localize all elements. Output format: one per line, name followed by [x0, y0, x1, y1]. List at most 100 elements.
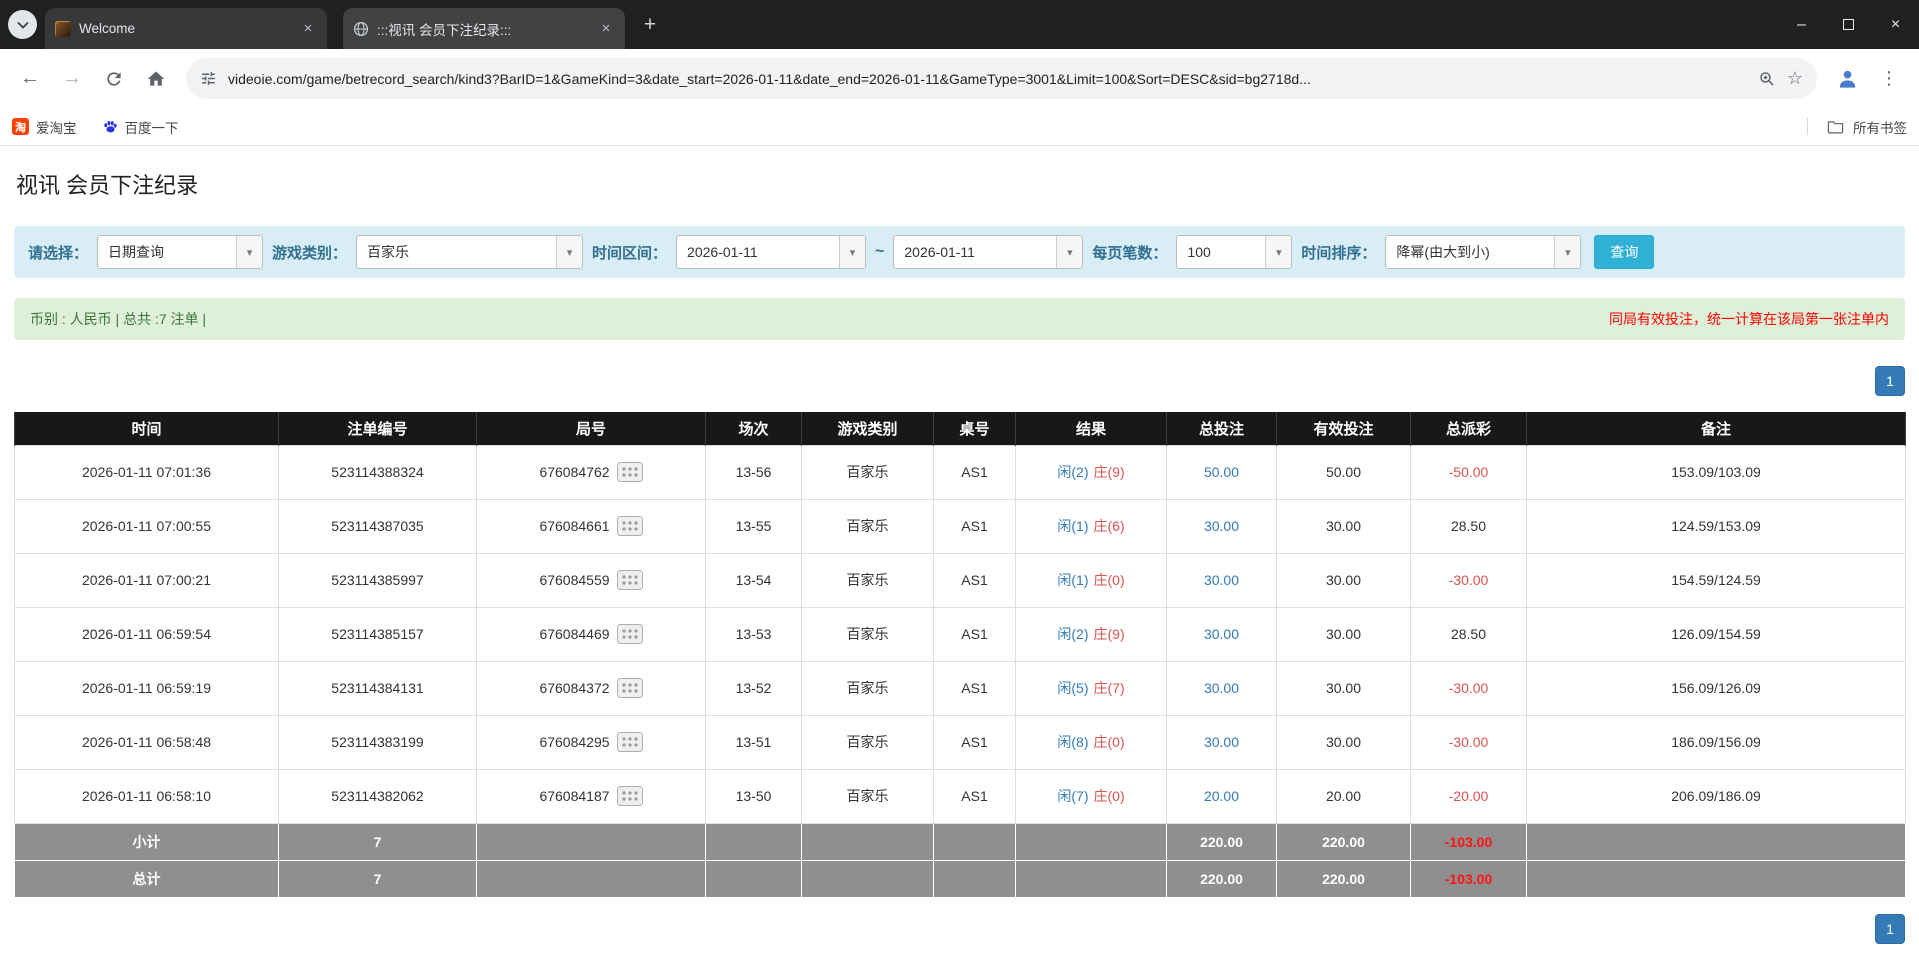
new-tab-button[interactable]: + — [635, 10, 665, 40]
taobao-icon: 淘 — [12, 118, 29, 135]
close-window-button[interactable]: × — [1872, 0, 1919, 49]
roadmap-icon[interactable] — [616, 786, 643, 806]
tab-search-button[interactable] — [8, 10, 37, 39]
back-button[interactable]: ← — [10, 59, 50, 99]
cell-bet-id: 523114383199 — [278, 714, 477, 770]
cell-result: 闲(2) 庄(9) — [1015, 606, 1167, 662]
roadmap-icon[interactable] — [616, 678, 643, 698]
search-button[interactable]: 查询 — [1594, 235, 1655, 269]
page-1-button[interactable]: 1 — [1875, 366, 1905, 396]
cell-note: 153.09/103.09 — [1526, 444, 1906, 500]
chevron-down-icon[interactable]: ▾ — [1265, 236, 1292, 268]
tab-betrecord[interactable]: :::视讯 会员下注纪录::: × — [343, 8, 625, 49]
header-bet-id: 注单编号 — [278, 412, 477, 445]
page-1-button[interactable]: 1 — [1875, 913, 1905, 944]
roadmap-icon[interactable] — [616, 570, 643, 590]
chevron-down-icon[interactable]: ▾ — [1554, 236, 1581, 268]
bookmark-label: 百度一下 — [124, 120, 179, 136]
chevron-down-icon[interactable]: ▾ — [236, 236, 263, 268]
address-bar[interactable]: videoie.com/game/betrecord_search/kind3?… — [186, 58, 1817, 99]
round-number: 676084559 — [539, 572, 610, 588]
bookmark-star-icon[interactable]: ☆ — [1787, 68, 1803, 89]
cell-payout: -50.00 — [1410, 444, 1527, 500]
roadmap-icon[interactable] — [616, 732, 643, 752]
cell-session: 13-53 — [705, 606, 802, 662]
filter-bar: 请选择： 日期查询 ▾ 游戏类别： 百家乐 ▾ 时间区间： 2026-01-11… — [14, 226, 1905, 278]
tab-title: Welcome — [79, 21, 136, 36]
pagination-bottom: 1 — [14, 913, 1905, 944]
header-result: 结果 — [1015, 412, 1167, 445]
zoom-icon[interactable] — [1758, 70, 1776, 88]
pagination-top: 1 — [14, 366, 1905, 396]
date-mode-select[interactable]: 日期查询 ▾ — [97, 235, 264, 269]
roadmap-icon[interactable] — [616, 462, 643, 482]
tab-welcome[interactable]: Welcome × — [45, 8, 327, 49]
cell-total-bet: 30.00 — [1166, 498, 1277, 554]
cell-game: 百家乐 — [801, 768, 934, 824]
result-banker: 庄(6) — [1093, 518, 1125, 534]
cell-total-bet: 20.00 — [1166, 768, 1277, 824]
profile-avatar[interactable] — [1827, 59, 1867, 99]
cell-game: 百家乐 — [801, 660, 934, 716]
roadmap-icon[interactable] — [616, 624, 643, 644]
person-icon — [1839, 70, 1855, 88]
forward-button[interactable]: → — [52, 59, 92, 99]
site-info-icon[interactable] — [200, 70, 217, 87]
url-text[interactable]: videoie.com/game/betrecord_search/kind3?… — [228, 71, 1747, 87]
reload-button[interactable] — [94, 59, 134, 99]
bookmarks-bar: 淘 爱淘宝 百度一下 所有书签 — [0, 108, 1919, 146]
tab-close-icon[interactable]: × — [299, 20, 317, 38]
cell-valid-bet: 30.00 — [1276, 552, 1411, 608]
table-header-row: 时间 注单编号 局号 场次 游戏类别 桌号 结果 总投注 有效投注 总派彩 备注 — [14, 412, 1906, 445]
cell-bet-id: 523114387035 — [278, 498, 477, 554]
chevron-down-icon[interactable]: ▾ — [556, 236, 583, 268]
cell-round: 676084559 — [476, 552, 706, 608]
table-row: 2026-01-11 06:58:48 523114383199 6760842… — [14, 714, 1906, 770]
window-controls: – × — [1778, 0, 1919, 49]
cell-game: 百家乐 — [801, 444, 934, 500]
reload-icon — [107, 71, 121, 86]
cell-valid-bet: 50.00 — [1276, 444, 1411, 500]
total-payout: -103.00 — [1410, 859, 1527, 898]
cell-payout: 28.50 — [1410, 606, 1527, 662]
subtotal-row: 小计 7 220.00 220.00 -103.00 — [14, 822, 1906, 861]
cell-game: 百家乐 — [801, 714, 934, 770]
all-bookmarks-button[interactable]: 所有书签 — [1853, 117, 1907, 137]
maximize-button[interactable] — [1825, 0, 1872, 49]
chevron-down-icon[interactable]: ▾ — [839, 236, 866, 268]
header-total-bet: 总投注 — [1166, 412, 1277, 445]
cell-time: 2026-01-11 06:59:54 — [14, 606, 279, 662]
date-start-input[interactable]: 2026-01-11 ▾ — [676, 235, 867, 269]
menu-icon[interactable]: ⋮ — [1869, 59, 1909, 99]
home-button[interactable] — [136, 59, 176, 99]
cell-result: 闲(2) 庄(9) — [1015, 444, 1167, 500]
header-table: 桌号 — [933, 412, 1016, 445]
total-valid-bet: 220.00 — [1276, 859, 1411, 898]
bookmark-baidu[interactable]: 百度一下 — [103, 117, 179, 137]
cell-total-bet: 30.00 — [1166, 660, 1277, 716]
result-banker: 庄(9) — [1093, 626, 1125, 642]
bookmark-aitaobao[interactable]: 淘 爱淘宝 — [12, 117, 77, 137]
subtotal-total-bet: 220.00 — [1166, 822, 1277, 861]
tab-close-icon[interactable]: × — [597, 20, 615, 38]
result-player: 闲(2) — [1057, 626, 1089, 642]
cell-round: 676084187 — [476, 768, 706, 824]
minimize-button[interactable]: – — [1778, 0, 1825, 49]
game-type-select[interactable]: 百家乐 ▾ — [356, 235, 584, 269]
roadmap-icon[interactable] — [616, 516, 643, 536]
cell-note: 206.09/186.09 — [1526, 768, 1906, 824]
cell-payout: -20.00 — [1410, 768, 1527, 824]
result-player: 闲(2) — [1057, 464, 1089, 480]
cell-result: 闲(7) 庄(0) — [1015, 768, 1167, 824]
page-size-select[interactable]: 100 ▾ — [1176, 235, 1293, 269]
date-end-input[interactable]: 2026-01-11 ▾ — [893, 235, 1084, 269]
cell-game: 百家乐 — [801, 498, 934, 554]
round-number: 676084469 — [539, 626, 610, 642]
sort-select[interactable]: 降幂(由大到小) ▾ — [1385, 235, 1582, 269]
chevron-down-icon[interactable]: ▾ — [1056, 236, 1083, 268]
summary-bar: 币别 : 人民币 | 总共 :7 注单 | 同局有效投注，统一计算在该局第一张注… — [14, 298, 1905, 340]
chevron-down-icon — [16, 21, 29, 29]
cell-bet-id: 523114385997 — [278, 552, 477, 608]
cell-time: 2026-01-11 07:01:36 — [14, 444, 279, 500]
cell-note: 154.59/124.59 — [1526, 552, 1906, 608]
